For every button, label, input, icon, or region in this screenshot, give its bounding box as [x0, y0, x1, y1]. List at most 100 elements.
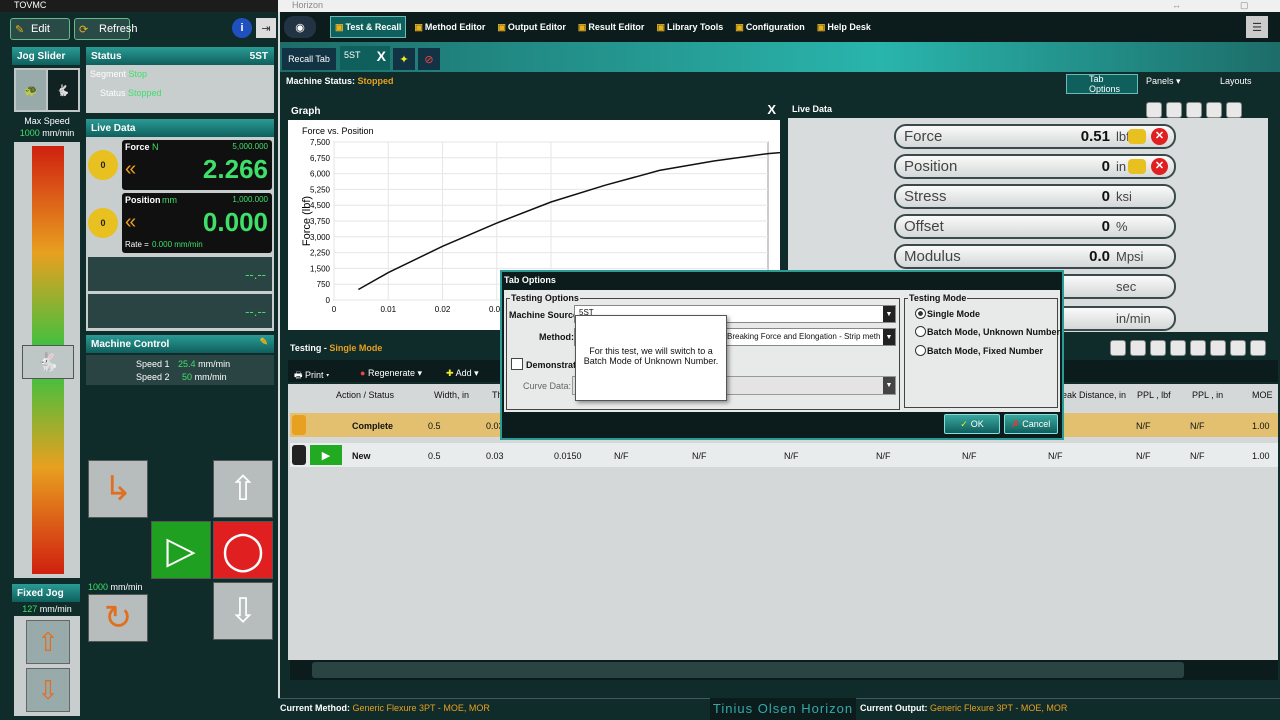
app-menu-icon[interactable]: ☰: [1246, 16, 1268, 38]
menu-help-desk[interactable]: ▣ Help Desk: [813, 16, 875, 38]
live-data-pill[interactable]: Modulus 0.0 Mpsi: [894, 244, 1176, 269]
turtle-icon[interactable]: 🐢: [16, 70, 46, 110]
machine-source-label: Machine Source:: [509, 310, 582, 320]
table-icon[interactable]: [1130, 340, 1146, 356]
print-button[interactable]: 🖶 Print ▾: [294, 368, 329, 384]
zero-position-icon[interactable]: 0: [88, 208, 118, 238]
check-icon: ✓: [960, 418, 968, 429]
chart-icon[interactable]: [1146, 102, 1162, 118]
empty-readout-2: --.--: [88, 294, 272, 328]
edit-icon[interactable]: [1150, 340, 1166, 356]
y-tick-label: 2,250: [310, 249, 331, 258]
fixed-jog-up-icon[interactable]: ⇧: [26, 620, 70, 664]
ok-button[interactable]: ✓ OK: [944, 414, 1000, 434]
close-icon[interactable]: X: [767, 102, 776, 117]
radio-single-mode[interactable]: Single Mode: [915, 308, 980, 319]
dock-icon[interactable]: ⇥: [256, 18, 276, 38]
zero-icon[interactable]: [1128, 129, 1146, 144]
speed1-row: Speed 1 25.4 mm/min: [136, 359, 231, 369]
zero-force-icon[interactable]: 0: [88, 150, 118, 180]
live-data-pill[interactable]: Force 0.51 lbf ✕: [894, 124, 1176, 149]
menu-label: Result Editor: [588, 22, 645, 32]
testing-mode-label: Testing Mode: [908, 293, 968, 303]
panels-button[interactable]: Panels ▾: [1146, 76, 1181, 87]
tab-options-button[interactable]: Tab Options: [1066, 74, 1138, 94]
speed-panel: Speed 1 25.4 mm/min Speed 2 50 mm/min: [86, 355, 274, 385]
table-row[interactable]: ▶ New 0.5 0.03 0.0150 N/F N/F N/F N/F N/…: [290, 443, 1278, 467]
horizontal-scrollbar[interactable]: [290, 660, 1278, 680]
cancel-button[interactable]: ✗ Cancel: [1004, 414, 1058, 434]
start-play-icon[interactable]: ▷: [151, 521, 211, 579]
menu-icon: ▣: [577, 21, 587, 32]
info-icon[interactable]: i: [232, 18, 252, 38]
export-icon[interactable]: [1226, 102, 1242, 118]
menu-label: Configuration: [745, 22, 805, 32]
pill-value: 0: [1101, 218, 1110, 235]
menu-result-editor[interactable]: ▣ Result Editor: [574, 16, 649, 38]
tab-recall[interactable]: Recall Tab: [282, 48, 336, 70]
horizon-logo[interactable]: ◉: [284, 16, 316, 38]
settings-icon[interactable]: [1186, 102, 1202, 118]
y-tick-label: 4,500: [310, 201, 331, 210]
refresh-button[interactable]: ⟳ Refresh: [74, 18, 138, 40]
pencil-icon[interactable]: ✎: [260, 337, 268, 348]
col-width: Width, in: [434, 390, 470, 400]
radio-batch-unknown[interactable]: Batch Mode, Unknown Number: [915, 326, 1060, 337]
close-icon[interactable]: X: [377, 48, 386, 64]
stats-icon[interactable]: [1230, 340, 1246, 356]
empty-readout-1: --.--: [88, 257, 272, 291]
menu-method-editor[interactable]: ▣ Method Editor: [410, 16, 489, 38]
main-menu: ▣ Test & Recall ▣ Method Editor ▣ Output Edit…: [330, 16, 875, 38]
col-ppl-in: PPL , in: [1192, 390, 1224, 400]
more-icon[interactable]: [1250, 340, 1266, 356]
list-icon[interactable]: [1190, 340, 1206, 356]
menu-library-tools[interactable]: ▣ Library Tools: [652, 16, 727, 38]
return-home-icon[interactable]: ↻: [88, 594, 148, 642]
refresh-icon[interactable]: [1170, 340, 1186, 356]
jog-slider-thumb[interactable]: 🐇: [22, 345, 74, 379]
return-icon[interactable]: ↳: [88, 460, 148, 518]
position-label: Position: [125, 195, 161, 205]
scrollbar-thumb[interactable]: [312, 662, 1184, 678]
demonstration-checkbox[interactable]: [511, 358, 523, 370]
report-icon[interactable]: [1110, 340, 1126, 356]
pill-label: Modulus: [904, 248, 961, 265]
tutorial-callout: For this test, we will switch to a Batch…: [575, 315, 727, 401]
menu-test-recall[interactable]: ▣ Test & Recall: [330, 16, 407, 38]
brand-label: Tinius Olsen Horizon: [710, 698, 856, 720]
close-circle-icon[interactable]: ✕: [1151, 158, 1168, 175]
fixed-jog-header: Fixed Jog: [12, 584, 80, 602]
resize-icon[interactable]: ↔: [1172, 0, 1181, 10]
live-data-pill[interactable]: Position 0 in ✕: [894, 154, 1176, 179]
chevron-down-icon: ▼: [883, 377, 895, 394]
jog-mode-selector[interactable]: 🐢 🐇: [14, 68, 80, 112]
arrow-up-icon[interactable]: ⇧: [213, 460, 273, 518]
zero-icon[interactable]: [1128, 159, 1146, 174]
live-data-pill[interactable]: Offset 0%: [894, 214, 1176, 239]
menu-output-editor[interactable]: ▣ Output Editor: [493, 16, 570, 38]
tab-5st[interactable]: 5ST X: [340, 46, 390, 70]
calc-icon[interactable]: [1210, 340, 1226, 356]
live-data-left-header: Live Data: [86, 119, 274, 137]
fixed-jog-down-icon[interactable]: ⇩: [26, 668, 70, 712]
layout-icon[interactable]: [1206, 102, 1222, 118]
edit-button[interactable]: ✎ Edit: [10, 18, 70, 40]
delete-tab-icon[interactable]: ⊘: [418, 48, 440, 70]
arrow-down-icon[interactable]: ⇩: [213, 582, 273, 640]
new-tab-icon[interactable]: ✦: [393, 48, 415, 70]
rabbit-icon[interactable]: 🐇: [48, 70, 78, 110]
stop-icon[interactable]: ◯: [213, 521, 273, 579]
y-axis-label: Force (lbf): [301, 196, 313, 246]
radio-batch-fixed[interactable]: Batch Mode, Fixed Number: [915, 345, 1043, 356]
menu-configuration[interactable]: ▣ Configuration: [731, 16, 809, 38]
display-icon[interactable]: [1166, 102, 1182, 118]
col-ppl-lbf: PPL , lbf: [1137, 390, 1171, 400]
live-data-pill[interactable]: Stress 0 ksi: [894, 184, 1176, 209]
layouts-button[interactable]: Layouts: [1220, 76, 1252, 86]
close-circle-icon[interactable]: ✕: [1151, 128, 1168, 145]
maximize-button[interactable]: ▢: [1240, 0, 1249, 11]
pill-unit: sec: [1116, 279, 1137, 294]
regenerate-button[interactable]: ● Regenerate ▾: [360, 368, 422, 379]
add-button[interactable]: ✚ Add ▾: [446, 368, 479, 379]
run-test-play-icon[interactable]: ▶: [310, 445, 342, 465]
